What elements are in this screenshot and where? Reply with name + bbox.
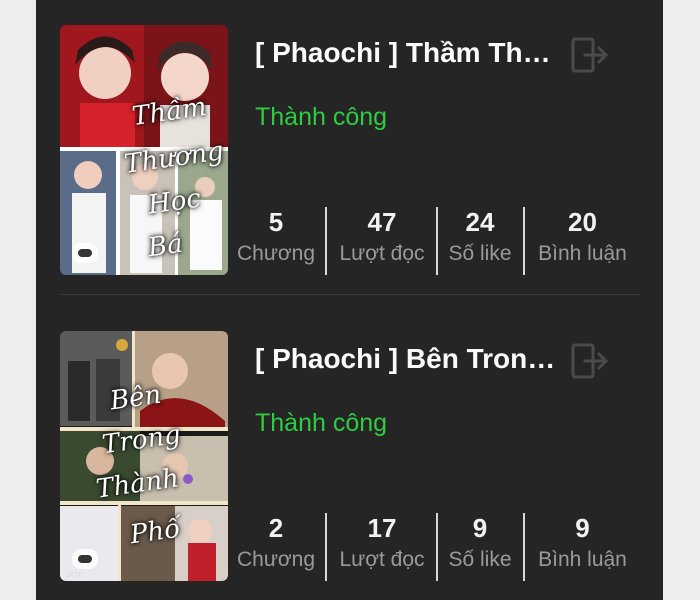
stat-label: Chương: [236, 242, 316, 265]
chat-bubble-icon: [72, 243, 98, 263]
stat-divider: [325, 513, 327, 581]
chat-bubble-icon: [72, 549, 98, 569]
story-status: Thành công: [255, 103, 388, 131]
stat-divider: [436, 513, 438, 581]
stat-label: Số like: [448, 242, 512, 265]
stat-divider: [523, 207, 525, 275]
story-cover-image[interactable]: Bên Trong Thành Phố ochi: [60, 331, 228, 581]
stat-likes: 24 Số like: [439, 205, 521, 275]
story-stats: 2 Chương 17 Lượt đọc 9 Số like 9 Bình lu…: [232, 511, 639, 581]
stat-value: 9: [575, 513, 590, 543]
stat-reads: 17 Lượt đọc: [329, 511, 435, 581]
stat-comments: 9 Bình luận: [526, 511, 639, 581]
stat-label: Số like: [448, 548, 512, 571]
story-stats: 5 Chương 47 Lượt đọc 24 Số like 20 Bình …: [232, 205, 639, 275]
stat-comments: 20 Bình luận: [526, 205, 639, 275]
story-divider: [60, 294, 639, 295]
story-cover-image[interactable]: Thầm Thương Học Bá: [60, 25, 228, 275]
story-title[interactable]: [ Phaochi ] Thầm Thương Học Bá: [255, 37, 567, 69]
stat-divider: [325, 207, 327, 275]
stat-likes: 9 Số like: [439, 511, 521, 581]
story-title[interactable]: [ Phaochi ] Bên Trong Thành Phố: [255, 343, 567, 375]
stat-chapters: 5 Chương: [232, 205, 320, 275]
logout-icon[interactable]: [570, 341, 610, 381]
stat-label: Lượt đọc: [339, 242, 425, 265]
stat-divider: [436, 207, 438, 275]
stat-reads: 47 Lượt đọc: [329, 205, 435, 275]
cover-watermark: ochi: [66, 569, 83, 579]
stat-label: Bình luận: [538, 242, 627, 265]
story-card[interactable]: Bên Trong Thành Phố ochi [ Phaochi ] Bên…: [60, 331, 639, 583]
stat-value: 5: [268, 207, 284, 237]
stat-chapters: 2 Chương: [232, 511, 320, 581]
stat-label: Chương: [236, 548, 316, 571]
logout-icon[interactable]: [570, 35, 610, 75]
story-list-panel: Thầm Thương Học Bá [ Phaochi ] Thầm Thươ…: [36, 0, 663, 600]
story-status: Thành công: [255, 409, 388, 437]
stat-value: 9: [472, 513, 488, 543]
stat-value: 24: [465, 207, 495, 237]
stat-value: 47: [367, 207, 397, 237]
stat-divider: [523, 513, 525, 581]
story-card[interactable]: Thầm Thương Học Bá [ Phaochi ] Thầm Thươ…: [60, 25, 639, 277]
stat-label: Lượt đọc: [339, 548, 425, 571]
stat-value: 17: [367, 513, 397, 543]
stat-value: 2: [268, 513, 284, 543]
stat-label: Bình luận: [538, 548, 627, 571]
stat-value: 20: [568, 207, 597, 237]
